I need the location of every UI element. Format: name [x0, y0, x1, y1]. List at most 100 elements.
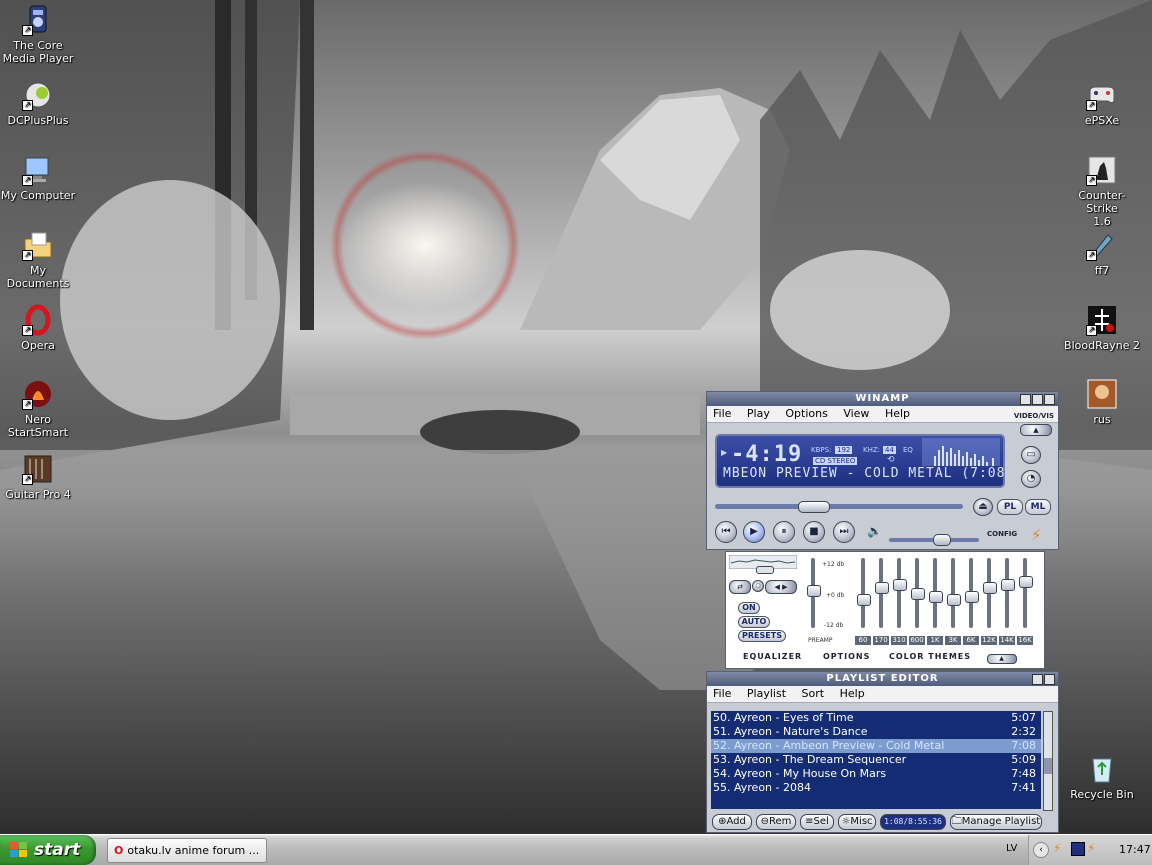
eq-presets-button[interactable]: PRESETS	[738, 630, 786, 642]
song-title-marquee[interactable]: MBEON PREVIEW - COLD METAL (7:08	[723, 466, 1005, 481]
remove-button[interactable]: ⊖Rem	[756, 814, 796, 830]
tab-equalizer[interactable]: EQUALIZER	[743, 652, 802, 661]
eq-band-knob[interactable]	[983, 582, 997, 594]
playlist-menu-file[interactable]: File	[713, 687, 731, 700]
start-button[interactable]: start	[0, 835, 96, 865]
eq-band-slider-170[interactable]	[875, 558, 889, 628]
desktop-icon-ff7[interactable]: ↗ ff7	[1064, 229, 1140, 277]
playlist-menu-sort[interactable]: Sort	[802, 687, 825, 700]
previous-button[interactable]: ⏮	[715, 521, 737, 543]
desktop-icon-epsxe[interactable]: ↗ ePSXe	[1064, 79, 1140, 127]
pause-button[interactable]: ⏸	[773, 521, 795, 543]
eq-band-knob[interactable]	[893, 579, 907, 591]
stop-button[interactable]: ■	[803, 521, 825, 543]
desktop-icon-opera[interactable]: ↗ Opera	[0, 304, 76, 352]
desktop-icon-nero[interactable]: ↗ Nero StartSmart	[0, 378, 76, 439]
eq-band-knob[interactable]	[875, 582, 889, 594]
desktop-icon-counter-strike[interactable]: ↗ Counter-Strike 1.6	[1064, 154, 1140, 228]
eq-preamp-slider[interactable]	[807, 558, 821, 628]
desktop-icon-recycle-bin[interactable]: Recycle Bin	[1064, 753, 1140, 801]
winamp-titlebar[interactable]: WINAMP	[707, 392, 1058, 406]
eq-band-slider-1K[interactable]	[929, 558, 943, 628]
vis-toggle-button[interactable]: ▲	[1020, 424, 1052, 436]
playlist-menu-playlist[interactable]: Playlist	[747, 687, 786, 700]
media-library-button[interactable]: ML	[1025, 499, 1051, 515]
language-indicator[interactable]: LV	[1006, 843, 1017, 854]
eq-band-knob[interactable]	[1001, 579, 1015, 591]
eq-band-knob[interactable]	[929, 591, 943, 603]
minimize-button[interactable]	[1020, 394, 1031, 405]
shade-button[interactable]	[1032, 394, 1043, 405]
tab-options[interactable]: OPTIONS	[823, 652, 870, 661]
menu-file[interactable]: File	[713, 407, 731, 420]
playlist-menu-help[interactable]: Help	[840, 687, 865, 700]
menu-options[interactable]: Options	[785, 407, 827, 420]
desktop-icon-core-media-player[interactable]: ↗ The Core Media Player	[0, 4, 76, 65]
misc-button[interactable]: ☼Misc	[838, 814, 876, 830]
desktop-icon-guitar-pro[interactable]: ↗ Guitar Pro 4	[0, 453, 76, 501]
eq-band-slider-6K[interactable]	[965, 558, 979, 628]
desktop-icon-my-documents[interactable]: ↗ My Documents	[0, 229, 76, 290]
taskbar-window-button[interactable]: Ootaku.lv anime forum ...	[107, 838, 267, 863]
tray-app-icon[interactable]	[1071, 842, 1085, 856]
eq-shuffle-button[interactable]: ⇄	[729, 580, 751, 594]
eq-band-slider-14K[interactable]	[1001, 558, 1015, 628]
desktop-icon-my-computer[interactable]: ↗ My Computer	[0, 154, 76, 202]
tray-expand-icon[interactable]: ‹	[1033, 842, 1049, 858]
desktop-icon-rus[interactable]: rus	[1064, 378, 1140, 426]
volume-slider-handle[interactable]	[933, 534, 951, 546]
menu-play[interactable]: Play	[747, 407, 770, 420]
eq-band-knob[interactable]	[965, 591, 979, 603]
playlist-toggle-button[interactable]: PL	[997, 499, 1023, 515]
eject-button[interactable]: ⏏	[973, 498, 993, 516]
winamp-tray-icon[interactable]: ⚡	[1053, 841, 1061, 855]
time-display[interactable]: -4:19	[731, 442, 802, 467]
close-button[interactable]	[1044, 394, 1055, 405]
eq-band-slider-16K[interactable]	[1019, 558, 1033, 628]
list-item[interactable]: 52. Ayreon - Ambeon Preview - Cold Metal…	[711, 739, 1041, 753]
add-button[interactable]: ⊕Add	[712, 814, 752, 830]
eq-repeat-button[interactable]: ○	[752, 580, 764, 592]
eq-band-knob[interactable]	[857, 594, 871, 606]
vis-button[interactable]: ◔	[1021, 470, 1041, 488]
desktop-icon-bloodrayne[interactable]: ↗ BloodRayne 2	[1064, 304, 1140, 352]
eq-band-knob[interactable]	[1019, 576, 1033, 588]
playlist-scrollbar[interactable]	[1043, 711, 1053, 811]
eq-band-slider-310[interactable]	[893, 558, 907, 628]
menu-view[interactable]: View	[843, 407, 869, 420]
eq-band-slider-3K[interactable]	[947, 558, 961, 628]
list-item[interactable]: 51. Ayreon - Nature's Dance 2:32	[711, 725, 1041, 739]
select-button[interactable]: ≡Sel	[800, 814, 834, 830]
eq-on-button[interactable]: ON	[738, 602, 760, 614]
list-item[interactable]: 53. Ayreon - The Dream Sequencer 5:09	[711, 753, 1041, 767]
tab-color-themes[interactable]: COLOR THEMES	[889, 652, 971, 661]
playlist-shade-button[interactable]	[1032, 674, 1043, 685]
eq-band-slider-12K[interactable]	[983, 558, 997, 628]
eq-preamp-knob[interactable]	[807, 585, 821, 597]
eq-auto-button[interactable]: AUTO	[738, 616, 770, 628]
eq-band-slider-60[interactable]	[857, 558, 871, 628]
list-item[interactable]: 54. Ayreon - My House On Mars 7:48	[711, 767, 1041, 781]
list-item[interactable]: 55. Ayreon - 2084 7:41	[711, 781, 1041, 795]
eq-collapse-button[interactable]: ▲	[987, 654, 1017, 664]
video-button[interactable]: ▭	[1021, 446, 1041, 464]
tray-winamp-agent-icon[interactable]: ⚡	[1087, 841, 1095, 855]
config-label[interactable]: CONFIG	[987, 530, 1017, 538]
seek-bar-handle[interactable]	[798, 501, 830, 513]
menu-help[interactable]: Help	[885, 407, 910, 420]
eq-mini-slider[interactable]	[756, 566, 774, 574]
desktop-icon-dcplusplus[interactable]: ↗ DCPlusPlus	[0, 79, 76, 127]
manage-playlist-button[interactable]: 🗀Manage Playlist	[950, 814, 1042, 830]
playlist-scrollbar-thumb[interactable]	[1044, 758, 1052, 774]
list-item[interactable]: 50. Ayreon - Eyes of Time 5:07	[711, 711, 1041, 725]
playlist-titlebar[interactable]: PLAYLIST EDITOR	[707, 672, 1058, 686]
eq-band-knob[interactable]	[911, 588, 925, 600]
winamp-logo-icon[interactable]: ⚡	[1031, 526, 1042, 544]
eq-band-knob[interactable]	[947, 594, 961, 606]
play-button[interactable]: ▶	[743, 521, 765, 543]
next-button[interactable]: ⏭	[833, 521, 855, 543]
volume-slider[interactable]	[889, 534, 979, 546]
seek-bar[interactable]	[715, 501, 963, 513]
eq-band-slider-600[interactable]	[911, 558, 925, 628]
eq-channel-button[interactable]: ◀ ▶	[765, 580, 797, 594]
